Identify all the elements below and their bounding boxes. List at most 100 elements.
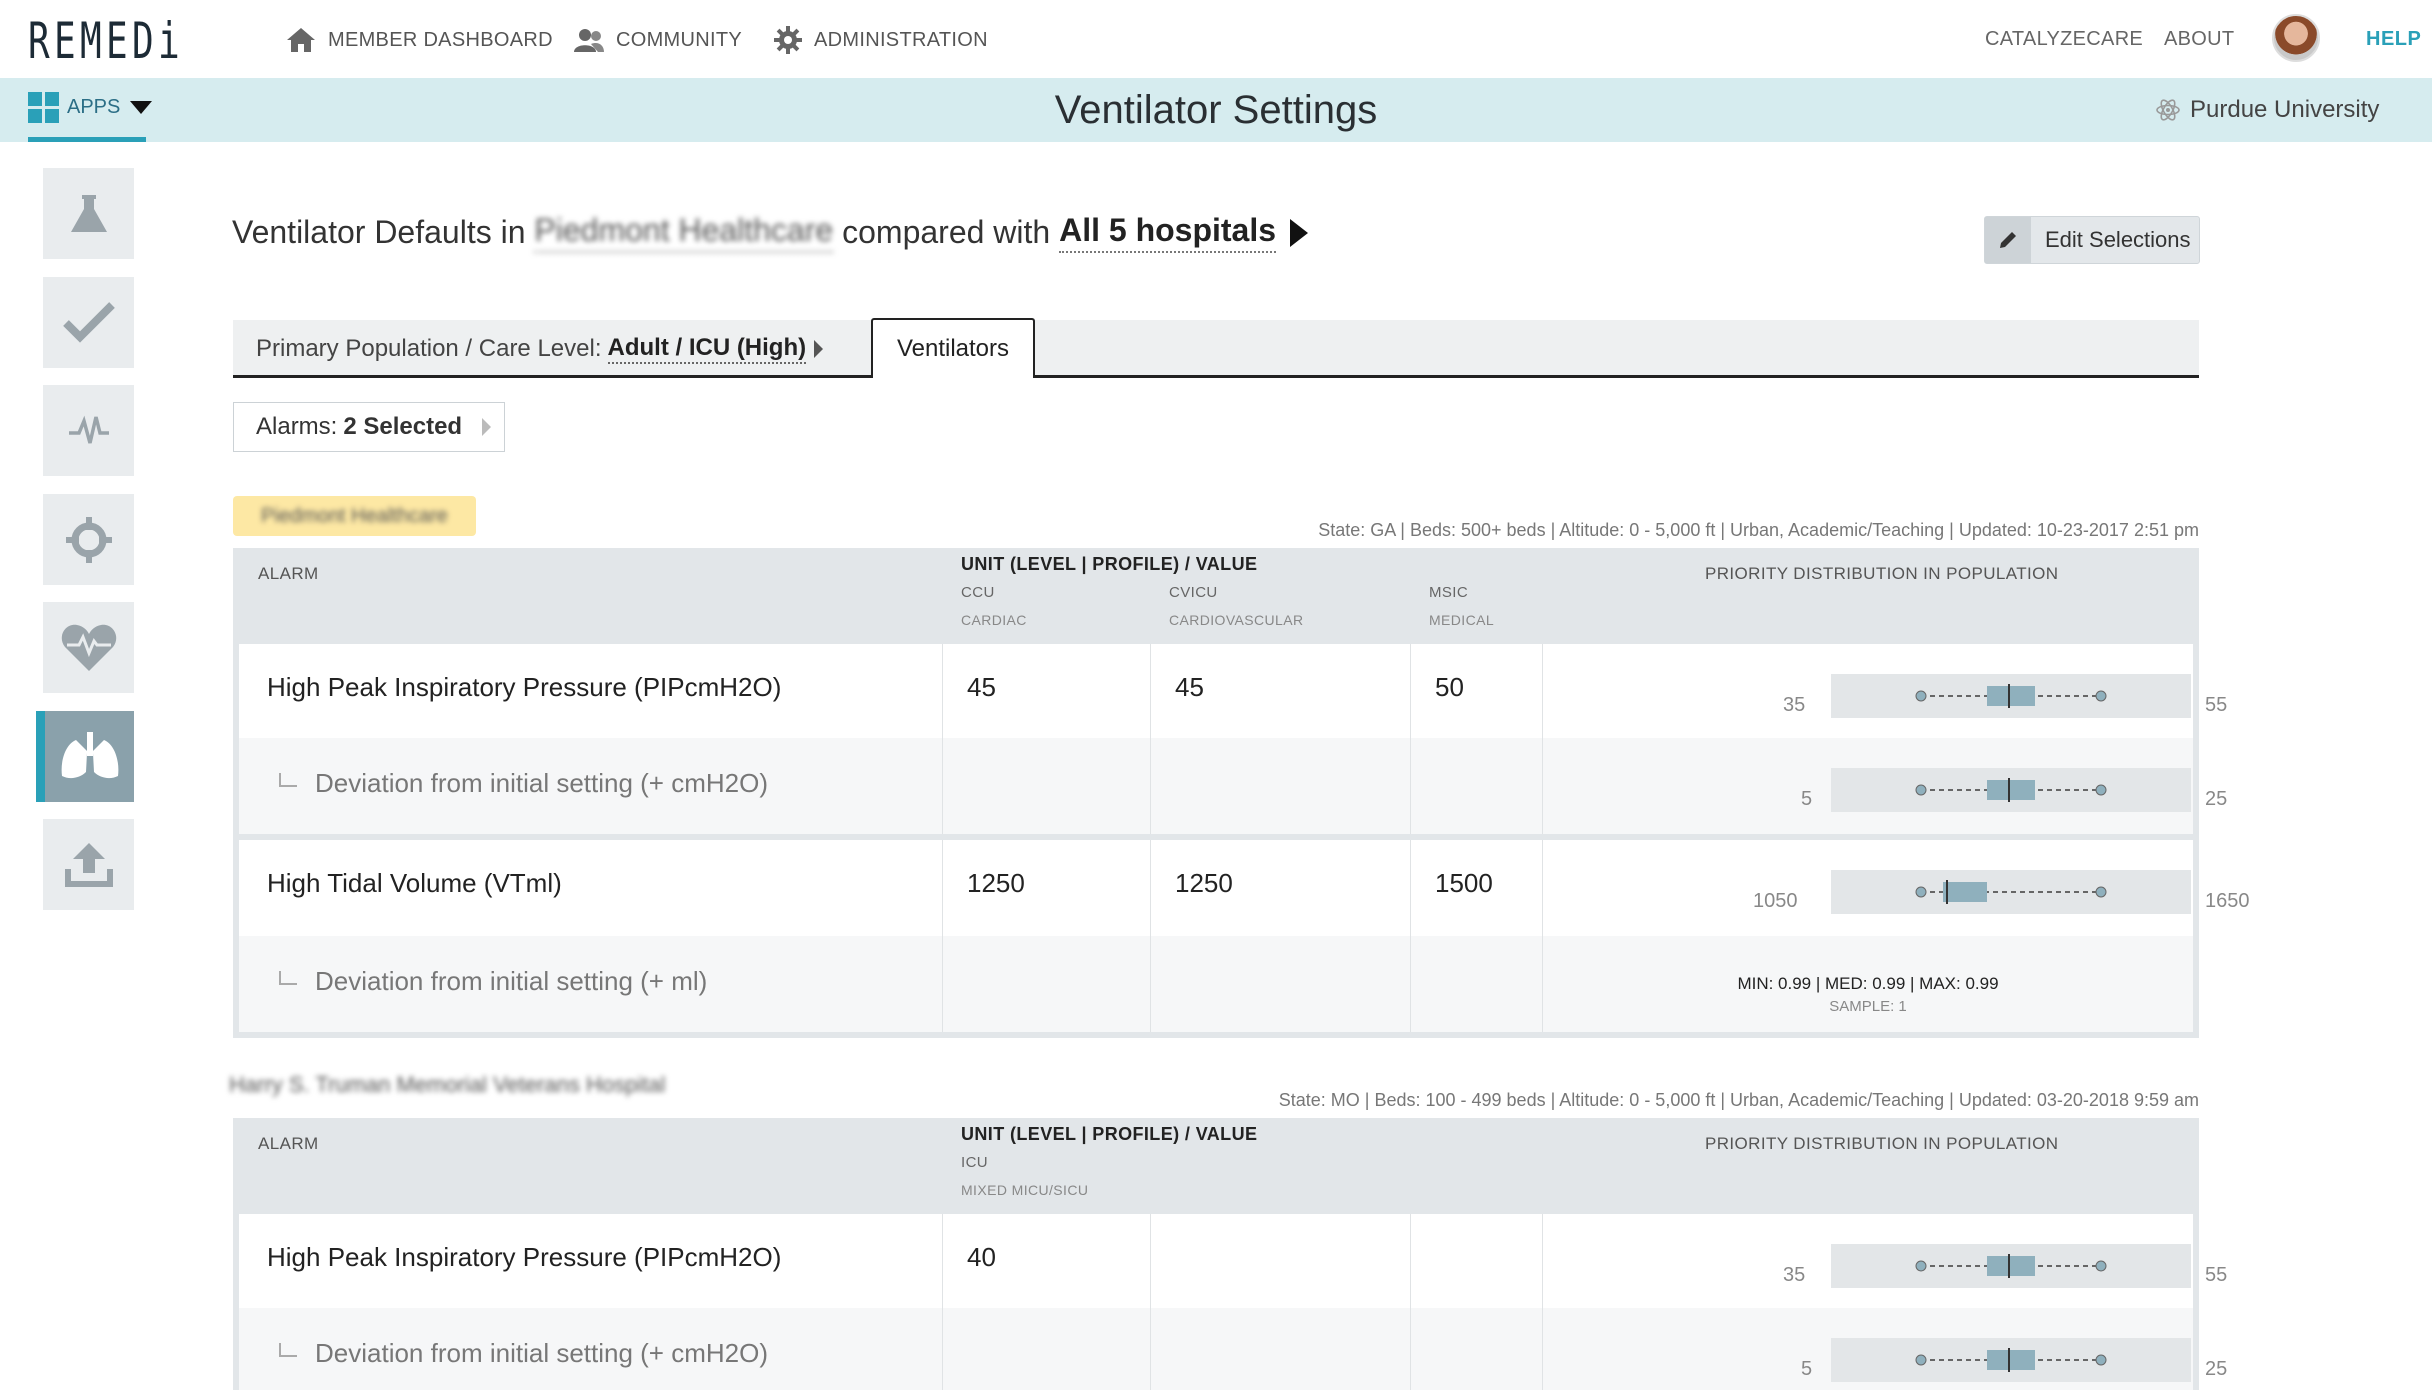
elbow-icon (279, 772, 297, 787)
edit-selections-label: Edit Selections (2045, 227, 2191, 252)
sidebar-ventilators[interactable] (36, 711, 134, 802)
organization-name: Purdue University (2190, 96, 2380, 123)
pulse-icon (68, 415, 109, 443)
unit-value: 40 (967, 1242, 996, 1272)
header-unit: UNIT (LEVEL | PROFILE) / VALUE (961, 1124, 1258, 1144)
logo[interactable]: REMEDi (28, 12, 184, 70)
deviation-name: Deviation from initial setting (+ cmH2O) (279, 768, 768, 799)
flask-icon (70, 194, 107, 232)
alarm-table: ALARM UNIT (LEVEL | PROFILE) / VALUE ICU… (233, 1118, 2227, 1390)
sidebar-heart[interactable] (43, 602, 134, 693)
header-distribution: PRIORITY DISTRIBUTION IN POPULATION (1705, 564, 2059, 583)
users-icon (574, 29, 604, 52)
table-row[interactable]: High Peak Inspiratory Pressure (PIPcmH2O… (239, 644, 2227, 738)
header-alarm: ALARM (258, 564, 319, 583)
apps-menu-button[interactable]: APPS (28, 78, 153, 142)
table-header: ALARM UNIT (LEVEL | PROFILE) / VALUE ICU… (233, 1118, 2199, 1212)
population-value[interactable]: Adult / ICU (High) (607, 334, 807, 364)
deviation-name: Deviation from initial setting (+ ml) (279, 966, 707, 997)
deviation-sample: SAMPLE: 1 (1829, 998, 1907, 1015)
table-row-deviation[interactable]: Deviation from initial setting (+ cmH2O)… (239, 738, 2227, 834)
nav-member-dashboard-label: MEMBER DASHBOARD (328, 28, 553, 51)
unit-sub: MEDICAL (1429, 612, 1495, 628)
alarm-name: High Peak Inspiratory Pressure (PIPcmH2O… (267, 1242, 782, 1272)
header-alarm: ALARM (258, 1134, 319, 1153)
title-band: Ventilator Settings APPS Purdue Universi… (0, 78, 2432, 142)
deviation-stats: MIN: 0.99 | MED: 0.99 | MAX: 0.99 (1737, 974, 1999, 993)
dist-max-label: 1650 (2205, 890, 2250, 912)
dist-max-label: 55 (2205, 694, 2228, 716)
heading-middle: compared with (842, 214, 1051, 250)
gear-icon (774, 26, 802, 54)
unit-sub: CARDIOVASCULAR (1169, 612, 1304, 628)
tab-population[interactable]: Primary Population / Care Level: Adult /… (256, 334, 824, 364)
dist-min-label: 1050 (1753, 890, 1798, 912)
hospital-name: Harry S. Truman Memorial Veterans Hospit… (229, 1072, 666, 1097)
alarm-table: ALARM UNIT (LEVEL | PROFILE) / VALUE CCU… (233, 548, 2250, 1038)
organization: Purdue University (2156, 96, 2379, 124)
sidebar-lab[interactable] (43, 168, 134, 259)
dist-min-label: 35 (1783, 694, 1806, 716)
top-nav: REMEDi MEMBER DASHBOARD COMMUNITY ADMINI… (0, 0, 2432, 78)
unit-value: 1250 (967, 868, 1025, 898)
sidebar-upload[interactable] (43, 819, 134, 910)
heading-prefix: Ventilator Defaults in (232, 214, 526, 250)
dist-max-label: 55 (2205, 1264, 2228, 1286)
unit-value: 1250 (1175, 868, 1233, 898)
hospital-tag: Piedmont Healthcare (233, 496, 476, 536)
triangle-right-small-icon (814, 340, 824, 358)
apps-grid-icon (28, 92, 59, 123)
unit-name: MSIC (1429, 584, 1469, 601)
alarm-name: High Peak Inspiratory Pressure (PIPcmH2O… (267, 672, 782, 702)
table-row-deviation[interactable]: Deviation from initial setting (+ ml) MI… (239, 936, 2193, 1032)
pencil-icon (1985, 217, 2031, 263)
caret-down-icon (130, 101, 153, 114)
triangle-right-icon[interactable] (1290, 218, 1309, 247)
alarms-selector[interactable]: Alarms: 2 Selected (233, 402, 505, 452)
unit-name: ICU (961, 1154, 989, 1171)
elbow-icon (279, 1342, 297, 1357)
dist-min-label: 5 (1801, 1358, 1813, 1380)
nav-about[interactable]: ABOUT (2164, 28, 2234, 51)
unit-value: 1500 (1435, 868, 1493, 898)
heading-hospital-link[interactable]: Piedmont Healthcare (534, 212, 834, 253)
header-distribution: PRIORITY DISTRIBUTION IN POPULATION (1705, 1134, 2059, 1153)
home-icon (287, 28, 315, 52)
upload-icon (64, 842, 113, 887)
unit-value: 45 (967, 672, 996, 702)
tab-bar: Primary Population / Care Level: Adult /… (233, 318, 2199, 378)
avatar[interactable] (2272, 14, 2320, 62)
alarms-label: Alarms: (256, 413, 338, 440)
dist-max-label: 25 (2205, 1358, 2228, 1380)
heading-comparison-link[interactable]: All 5 hospitals (1059, 212, 1277, 253)
hospital-meta: State: MO | Beds: 100 - 499 beds | Altit… (1278, 1090, 2199, 1110)
atom-icon (2156, 99, 2180, 121)
nav-community[interactable]: COMMUNITY (574, 24, 742, 56)
alarm-name: High Tidal Volume (VTml) (267, 868, 562, 898)
nav-catalyzecare[interactable]: CATALYZECARE (1985, 28, 2143, 51)
sidebar-vitals[interactable] (43, 385, 134, 476)
sidebar-target[interactable] (43, 494, 134, 585)
unit-value: 45 (1175, 672, 1204, 702)
dist-min-label: 35 (1783, 1264, 1806, 1286)
table-row[interactable]: High Tidal Volume (VTml) 1250 1250 1500 … (239, 840, 2250, 936)
edit-selections-button[interactable]: Edit Selections (1984, 216, 2200, 264)
lungs-icon (61, 731, 118, 778)
header-unit: UNIT (LEVEL | PROFILE) / VALUE (961, 554, 1258, 574)
unit-name: CVICU (1169, 584, 1218, 601)
tab-ventilators[interactable]: Ventilators (871, 318, 1035, 378)
hospital-meta: State: GA | Beds: 500+ beds | Altitude: … (1318, 520, 2199, 540)
table-row-deviation[interactable]: Deviation from initial setting (+ cmH2O)… (239, 1308, 2227, 1390)
sidebar-check[interactable] (43, 277, 134, 368)
nav-administration-label: ADMINISTRATION (814, 28, 988, 51)
dist-min-label: 5 (1801, 788, 1813, 810)
nav-administration[interactable]: ADMINISTRATION (774, 24, 988, 56)
triangle-right-small-icon (482, 418, 492, 436)
page-title: Ventilator Settings (1054, 88, 1378, 132)
nav-member-dashboard[interactable]: MEMBER DASHBOARD (286, 24, 553, 56)
nav-help[interactable]: HELP (2366, 28, 2421, 51)
deviation-name: Deviation from initial setting (+ cmH2O) (279, 1338, 768, 1369)
apps-label: APPS (67, 96, 121, 118)
table-row[interactable]: High Peak Inspiratory Pressure (PIPcmH2O… (239, 1214, 2227, 1308)
population-label: Primary Population / Care Level: (256, 335, 602, 362)
